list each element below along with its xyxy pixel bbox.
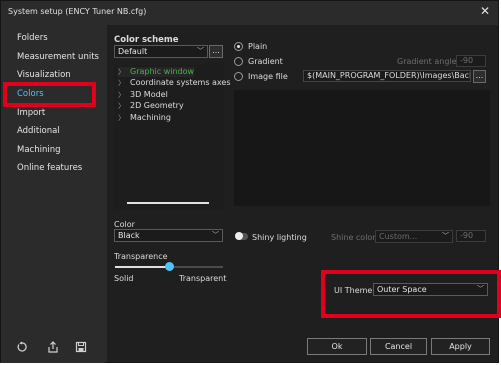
color-value: Black xyxy=(118,231,140,240)
sidebar-item-machining[interactable]: Machining xyxy=(1,141,101,159)
save-icon[interactable] xyxy=(75,341,87,353)
color-select[interactable]: Black ﹀ xyxy=(114,229,223,242)
transparence-label: Transparence xyxy=(114,252,168,261)
system-setup-window: System setup (ENCY Tuner NB.cfg) ✕ Folde… xyxy=(0,0,501,363)
close-icon[interactable]: ✕ xyxy=(480,4,490,18)
transparence-max-label: Transparent xyxy=(179,274,227,283)
highlight-box-ui-theme xyxy=(321,270,501,318)
background-preview xyxy=(234,90,490,206)
gradient-angle-input[interactable]: -90 xyxy=(456,55,486,67)
tree-item-label: Graphic window xyxy=(130,67,195,76)
chevron-right-icon: 〉 xyxy=(118,114,125,122)
sidebar-item-additional[interactable]: Additional xyxy=(1,122,101,140)
tree-item-label: 3D Model xyxy=(130,90,168,99)
sidebar: Folders Measurement units Visualization … xyxy=(1,25,105,363)
chevron-down-icon: ﹀ xyxy=(197,47,204,55)
color-scheme-select[interactable]: Default ﹀ xyxy=(114,45,208,58)
shine-color-select[interactable]: Custom... ﹀ xyxy=(375,230,453,243)
window-title: System setup (ENCY Tuner NB.cfg) xyxy=(8,7,147,16)
sidebar-item-measurement-units[interactable]: Measurement units xyxy=(1,48,101,66)
color-scheme-value: Default xyxy=(118,47,148,56)
color-label: Color xyxy=(114,220,135,229)
ok-button[interactable]: Ok xyxy=(307,338,367,355)
shiny-lighting-label: Shiny lighting xyxy=(252,233,307,242)
shiny-lighting-toggle[interactable] xyxy=(235,232,248,240)
color-scheme-more-button[interactable]: ... xyxy=(209,45,223,58)
tree-item-coordinate-systems-axes[interactable]: 〉 Coordinate systems axes xyxy=(118,78,231,88)
image-file-more-button[interactable]: ... xyxy=(473,70,486,83)
tree-item-label: Machining xyxy=(130,113,171,122)
export-icon[interactable] xyxy=(47,341,59,353)
shine-color-value: Custom... xyxy=(379,232,418,241)
chevron-down-icon: ﹀ xyxy=(212,231,219,239)
sidebar-item-online-features[interactable]: Online features xyxy=(1,159,101,177)
chevron-right-icon: 〉 xyxy=(118,102,125,110)
chevron-right-icon: 〉 xyxy=(118,91,125,99)
cancel-button[interactable]: Cancel xyxy=(370,338,427,355)
radio-gradient[interactable] xyxy=(234,57,243,66)
apply-button[interactable]: Apply xyxy=(431,338,490,355)
chevron-down-icon: ﹀ xyxy=(442,232,449,240)
radio-gradient-label: Gradient xyxy=(248,57,283,66)
transparence-slider-fill xyxy=(115,266,169,268)
transparence-min-label: Solid xyxy=(114,274,134,283)
tree-item-label: 2D Geometry xyxy=(130,101,184,110)
transparence-slider-handle[interactable] xyxy=(165,262,174,271)
tree-item-machining[interactable]: 〉 Machining xyxy=(118,113,171,123)
shine-color-label: Shine color xyxy=(331,233,376,242)
gradient-angle-label: Gradient angle xyxy=(397,57,457,66)
chevron-right-icon: 〉 xyxy=(118,68,125,76)
tree-item-graphic-window[interactable]: 〉 Graphic window xyxy=(118,67,195,77)
color-swatch-line xyxy=(127,202,209,204)
reset-icon[interactable] xyxy=(16,341,28,353)
shine-color-input[interactable]: -90 xyxy=(456,230,486,242)
tree-item-3d-model[interactable]: 〉 3D Model xyxy=(118,90,168,100)
color-tree: 〉 Graphic window 〉 Coordinate systems axes… xyxy=(114,65,231,210)
chevron-right-icon: 〉 xyxy=(118,79,125,87)
tree-item-label: Coordinate systems axes xyxy=(130,78,231,87)
title-bar: System setup (ENCY Tuner NB.cfg) ✕ xyxy=(1,1,498,23)
color-scheme-heading: Color scheme xyxy=(114,35,179,45)
image-path-input[interactable]: $(MAIN_PROGRAM_FOLDER)\Images\Back xyxy=(303,70,471,82)
radio-plain[interactable] xyxy=(234,42,243,51)
sidebar-item-folders[interactable]: Folders xyxy=(1,29,101,47)
radio-image-file-label: Image file xyxy=(248,72,288,81)
tree-item-2d-geometry[interactable]: 〉 2D Geometry xyxy=(118,101,184,111)
radio-plain-label: Plain xyxy=(248,42,268,51)
highlight-box-colors xyxy=(3,82,96,107)
radio-image-file[interactable] xyxy=(234,72,243,81)
